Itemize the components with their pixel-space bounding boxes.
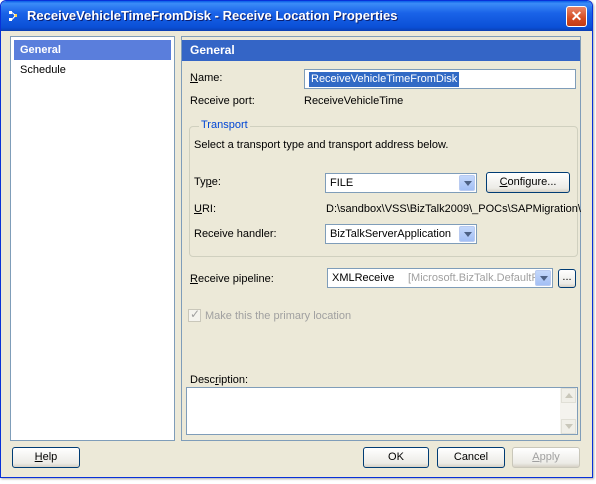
close-icon: ✕: [570, 8, 583, 24]
receive-handler-value: BizTalkServerApplication: [330, 228, 452, 240]
primary-location-label: Make this the primary location: [205, 310, 352, 322]
help-button[interactable]: Help: [12, 447, 80, 468]
help-label: Help: [34, 451, 58, 463]
pipeline-name: XMLReceive: [332, 272, 395, 284]
receive-pipeline-select[interactable]: XMLReceive [Microsoft.BizTalk.DefaultPip: [327, 268, 553, 288]
properties-dialog: ReceiveVehicleTimeFromDisk - Receive Loc…: [0, 0, 593, 478]
description-field[interactable]: [186, 387, 578, 435]
ok-label: OK: [388, 451, 404, 463]
transport-type-select[interactable]: FILE: [325, 173, 477, 193]
receive-pipeline-label: Receive pipeline:: [190, 273, 274, 285]
ok-button[interactable]: OK: [363, 447, 429, 468]
receive-handler-label: Receive handler:: [194, 228, 277, 240]
receive-handler-select[interactable]: BizTalkServerApplication: [325, 224, 477, 244]
cancel-button[interactable]: Cancel: [437, 447, 505, 468]
transport-type-value: FILE: [330, 177, 354, 189]
transport-group-title: Transport: [199, 119, 250, 131]
chevron-down-icon[interactable]: [459, 226, 475, 242]
chevron-down-icon[interactable]: [459, 175, 475, 191]
description-scrollbar[interactable]: [560, 388, 577, 434]
close-button[interactable]: ✕: [566, 6, 587, 27]
receive-port-label: Receive port:: [190, 95, 255, 107]
uri-value: D:\sandbox\VSS\BizTalk2009\_POCs\SAPMigr…: [326, 203, 581, 215]
type-label: Type:: [194, 176, 221, 188]
title-bar[interactable]: ReceiveVehicleTimeFromDisk - Receive Loc…: [1, 1, 592, 31]
receive-location-icon: [9, 11, 17, 21]
configure-button[interactable]: Configure...: [486, 172, 570, 193]
name-value: ReceiveVehicleTimeFromDisk: [309, 72, 460, 87]
name-field[interactable]: ReceiveVehicleTimeFromDisk: [304, 69, 576, 89]
transport-group: Transport Select a transport type and tr…: [189, 119, 581, 257]
apply-button[interactable]: Apply: [512, 447, 580, 468]
general-panel: General Name: ReceiveVehicleTimeFromDisk…: [181, 36, 581, 441]
scroll-down-icon[interactable]: [561, 419, 576, 434]
description-label: Description:: [190, 374, 249, 386]
nav-item-general[interactable]: General: [14, 40, 171, 60]
nav-item-schedule[interactable]: Schedule: [14, 60, 171, 80]
cancel-label: Cancel: [453, 451, 489, 463]
apply-label: Apply: [532, 451, 560, 463]
name-label: Name:: [190, 72, 223, 84]
pipeline-browse-button[interactable]: ...: [558, 269, 576, 288]
scroll-up-icon[interactable]: [561, 388, 576, 403]
category-list: General Schedule: [10, 36, 175, 441]
configure-label: Configure...: [499, 176, 557, 188]
primary-location-checkbox[interactable]: [188, 307, 201, 322]
window-title: ReceiveVehicleTimeFromDisk - Receive Loc…: [27, 8, 398, 23]
pipeline-assembly: [Microsoft.BizTalk.DefaultPip: [408, 272, 548, 284]
ellipsis-icon: ...: [562, 271, 572, 283]
panel-header: General: [182, 40, 580, 61]
chevron-down-icon[interactable]: [535, 270, 551, 286]
uri-label: URI:: [194, 203, 217, 215]
transport-instructions: Select a transport type and transport ad…: [194, 139, 449, 151]
receive-port-value: ReceiveVehicleTime: [304, 95, 404, 107]
